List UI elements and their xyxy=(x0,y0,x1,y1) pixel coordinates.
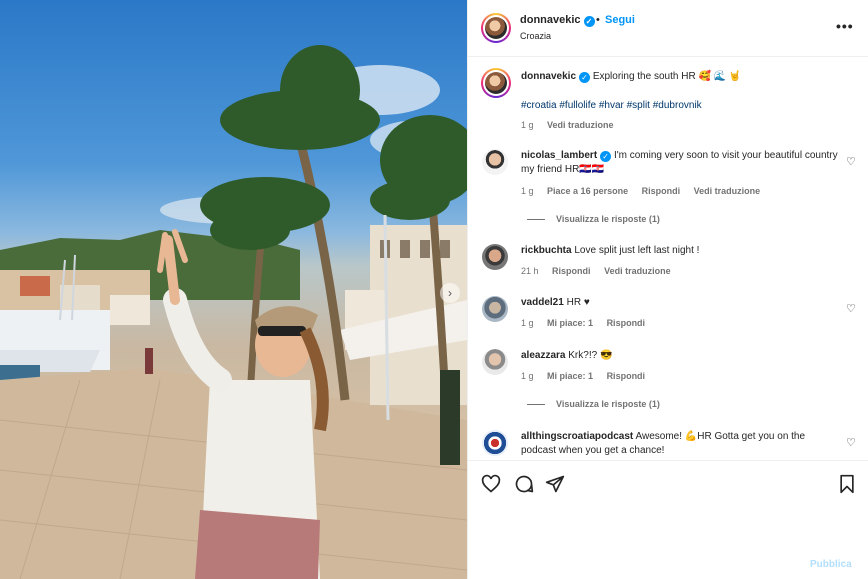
comment-username[interactable]: vaddel21 xyxy=(521,297,564,308)
view-replies-button[interactable]: Visualizza le risposte (1) xyxy=(527,399,660,409)
post-photo[interactable]: › xyxy=(0,0,467,579)
comment-meta: 1 g Piace a 16 persone Rispondi Vedi tra… xyxy=(521,186,771,196)
commenter-avatar[interactable] xyxy=(482,149,508,175)
author-avatar[interactable] xyxy=(481,13,511,43)
save-bookmark-icon[interactable] xyxy=(837,474,857,494)
like-comment-heart-icon[interactable]: ♡ xyxy=(846,155,856,168)
comment-username[interactable]: nicolas_lambert xyxy=(521,150,597,161)
comment-time[interactable]: 1 g xyxy=(521,371,534,381)
like-heart-icon[interactable] xyxy=(481,474,501,494)
comment-text: aleazzara Krk?!? 😎 xyxy=(521,349,841,363)
instagram-post-view: › donnavekic ✓ • Segui Croazia ••• donnav… xyxy=(0,0,868,579)
comment-body: HR ♥ xyxy=(566,297,590,308)
translate-button[interactable]: Vedi traduzione xyxy=(694,186,761,196)
carousel-next-button[interactable]: › xyxy=(440,283,460,303)
publish-comment-button[interactable]: Pubblica xyxy=(810,559,852,570)
view-replies-button[interactable]: Visualizza le risposte (1) xyxy=(527,214,660,224)
comment-likes[interactable]: Piace a 16 persone xyxy=(547,186,628,196)
comment-meta: 1 g Mi piace: 1 Rispondi xyxy=(521,318,656,328)
location-link[interactable]: Croazia xyxy=(520,31,551,41)
like-comment-heart-icon[interactable]: ♡ xyxy=(846,436,856,449)
commenter-avatar[interactable] xyxy=(482,244,508,270)
reply-button[interactable]: Rispondi xyxy=(607,371,646,381)
reply-button[interactable]: Rispondi xyxy=(642,186,681,196)
post-header: donnavekic ✓ • Segui Croazia ••• xyxy=(468,0,868,57)
translate-button[interactable]: Vedi traduzione xyxy=(604,266,671,276)
caption-emoji: HR 🥰 🌊 🤘 xyxy=(681,71,742,82)
like-comment-heart-icon[interactable]: ♡ xyxy=(846,302,856,315)
author-username-row[interactable]: donnavekic ✓ xyxy=(520,14,595,27)
comment-likes[interactable]: Mi piace: 1 xyxy=(547,318,593,328)
comment-username[interactable]: aleazzara xyxy=(521,350,565,361)
photo-illustration xyxy=(0,45,467,579)
caption-body: Exploring the south xyxy=(592,71,679,82)
comment-username[interactable]: allthingscroatiapodcast xyxy=(521,431,633,442)
commenter-avatar[interactable] xyxy=(482,430,508,456)
caption-username[interactable]: donnavekic xyxy=(521,71,576,82)
comment-text: rickbuchta Love split just left last nig… xyxy=(521,244,841,258)
comment-text: allthingscroatiapodcast Awesome! 💪HR Got… xyxy=(521,430,841,458)
reply-button[interactable]: Rispondi xyxy=(552,266,591,276)
caption-author-avatar[interactable] xyxy=(481,68,511,98)
share-paper-plane-icon[interactable] xyxy=(545,474,565,494)
author-username[interactable]: donnavekic xyxy=(520,14,581,26)
comment-time[interactable]: 21 h xyxy=(521,266,539,276)
more-options-icon[interactable]: ••• xyxy=(836,18,854,34)
verified-badge-icon: ✓ xyxy=(600,151,612,162)
separator-dot: • xyxy=(596,14,600,26)
verified-badge-icon: ✓ xyxy=(579,72,591,83)
commenter-avatar[interactable] xyxy=(482,296,508,322)
comment-time[interactable]: 1 g xyxy=(521,318,534,328)
comment-likes[interactable]: Mi piace: 1 xyxy=(547,371,593,381)
reply-button[interactable]: Rispondi xyxy=(607,318,646,328)
comment-meta: 21 h Rispondi Vedi traduzione xyxy=(521,266,682,276)
comment-bubble-icon[interactable] xyxy=(514,474,534,494)
caption-text: donnavekic ✓ Exploring the south HR 🥰 🌊 🤘 xyxy=(521,70,841,84)
follow-button[interactable]: Segui xyxy=(605,14,635,26)
comments-list[interactable]: donnavekic ✓ Exploring the south HR 🥰 🌊 🤘… xyxy=(468,57,868,460)
post-sidebar: donnavekic ✓ • Segui Croazia ••• donnavek… xyxy=(467,0,868,579)
verified-badge-icon: ✓ xyxy=(583,16,595,27)
comment-username[interactable]: rickbuchta xyxy=(521,245,572,256)
caption-time[interactable]: 1 g xyxy=(521,120,534,130)
post-actions-bar xyxy=(468,460,868,506)
hashtags[interactable]: #croatia #fullolife #hvar #split #dubrov… xyxy=(521,100,702,111)
comment-meta: 1 g Mi piace: 1 Rispondi xyxy=(521,371,656,381)
caption-translate-button[interactable]: Vedi traduzione xyxy=(547,120,614,130)
comment-body: Love split just left last night ! xyxy=(574,245,700,256)
comment-body: Krk?!? 😎 xyxy=(568,350,613,361)
comment-text: vaddel21 HR ♥ xyxy=(521,296,841,310)
commenter-avatar[interactable] xyxy=(482,349,508,375)
comment-text: nicolas_lambert ✓ I'm coming very soon to… xyxy=(521,149,841,177)
caption-meta: 1 g Vedi traduzione xyxy=(521,120,625,130)
comment-time[interactable]: 1 g xyxy=(521,186,534,196)
